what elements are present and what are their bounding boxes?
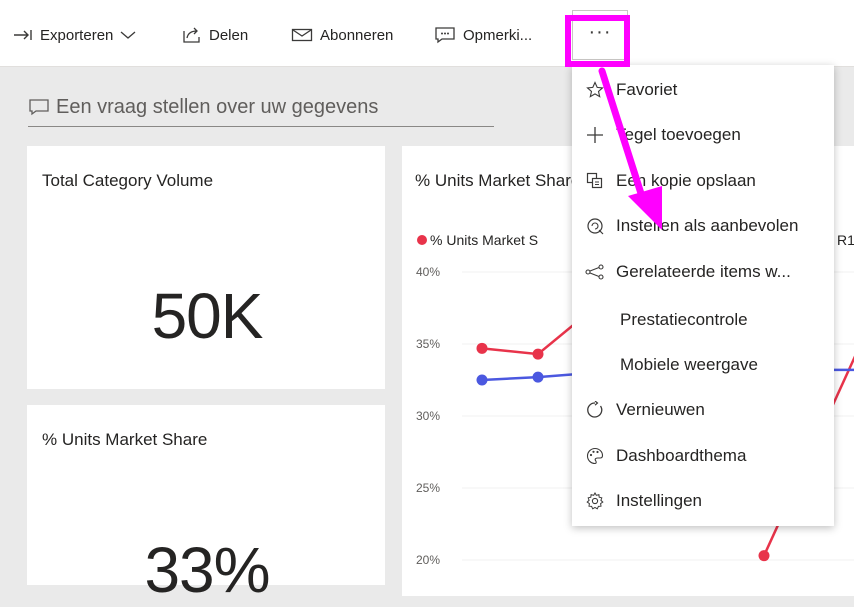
menu-item-prestatiecontrole[interactable]: Prestatiecontrole — [572, 303, 834, 337]
toolbar: Exporteren Delen Abonneren Opmerki... — [0, 0, 854, 67]
menu-item-tegel-toevoegen[interactable]: Tegel toevoegen — [572, 118, 834, 152]
chevron-down-icon — [120, 31, 136, 39]
y-tick-label: 20% — [416, 553, 440, 566]
menu-item-een-kopie-opslaan[interactable]: Een kopie opslaan — [572, 164, 834, 198]
gear-icon — [584, 490, 606, 512]
menu-item-label: Mobiele weergave — [620, 355, 758, 374]
tile-units-market-share[interactable]: % Units Market Share 33% — [27, 405, 385, 606]
share-icon — [183, 27, 200, 43]
more-options-menu: Favoriet Tegel toevoegen Een kopie opslaan… — [572, 65, 834, 526]
comment-icon — [29, 99, 49, 116]
ellipsis-icon: ··· — [588, 20, 612, 43]
menu-item-label: Tegel toevoegen — [616, 125, 741, 144]
tile-title: Total Category Volume — [42, 171, 214, 190]
subscribe-button[interactable]: Abonneren — [291, 24, 393, 46]
refresh-icon — [584, 399, 606, 421]
data-point — [476, 374, 488, 386]
menu-item-label: Prestatiecontrole — [620, 310, 748, 329]
menu-item-label: Instellen als aanbevolen — [616, 216, 799, 235]
comment-icon — [435, 27, 455, 44]
copy-icon — [584, 170, 606, 192]
kpi-value: 50K — [151, 280, 264, 352]
share-button[interactable]: Delen — [182, 24, 248, 46]
kpi-value: 33% — [144, 534, 270, 606]
menu-item-label: Favoriet — [616, 80, 678, 99]
featured-icon — [584, 215, 606, 237]
qa-placeholder: Een vraag stellen over uw gegevens — [56, 95, 379, 118]
export-icon — [14, 30, 32, 40]
menu-item-vernieuwen[interactable]: Vernieuwen — [572, 393, 834, 427]
share-label: Delen — [209, 26, 249, 44]
star-icon — [584, 79, 606, 101]
menu-item-instellen-als-aanbevolen[interactable]: Instellen als aanbevolen — [572, 209, 834, 243]
comments-label: Opmerki... — [463, 26, 533, 44]
menu-item-instellingen[interactable]: Instellingen — [572, 484, 834, 518]
export-label: Exporteren — [40, 26, 114, 44]
palette-icon — [584, 445, 606, 467]
qa-input[interactable]: Een vraag stellen over uw gegevens — [28, 88, 494, 127]
data-point — [758, 550, 770, 562]
y-tick-label: 30% — [416, 409, 440, 423]
data-point — [532, 371, 544, 383]
menu-item-dashboardthema[interactable]: Dashboardthema — [572, 439, 834, 473]
subscribe-label: Abonneren — [320, 26, 394, 44]
y-tick-label: 40% — [416, 265, 440, 279]
related-icon — [584, 261, 606, 283]
more-options-button[interactable]: ··· — [572, 10, 628, 60]
menu-item-mobiele-weergave[interactable]: Mobiele weergave — [572, 348, 834, 382]
y-tick-label: 25% — [416, 481, 440, 495]
menu-item-label: Dashboardthema — [616, 446, 747, 465]
menu-item-favoriet[interactable]: Favoriet — [572, 73, 834, 107]
mail-icon — [291, 28, 313, 42]
data-point — [476, 342, 488, 354]
menu-item-label: Vernieuwen — [616, 400, 705, 419]
export-button[interactable]: Exporteren — [13, 24, 136, 46]
tile-title: % Units Market Share — [42, 430, 208, 449]
tile-total-category-volume[interactable]: Total Category Volume 50K — [27, 146, 385, 389]
menu-item-label: Instellingen — [616, 491, 703, 510]
menu-item-label: Een kopie opslaan — [616, 171, 756, 190]
y-tick-label: 35% — [416, 337, 440, 351]
menu-item-label: Gerelateerde items w... — [616, 262, 791, 281]
plus-icon — [584, 124, 606, 146]
comments-button[interactable]: Opmerki... — [434, 24, 532, 46]
menu-item-gerelateerde-items-w[interactable]: Gerelateerde items w... — [572, 255, 834, 289]
data-point — [532, 348, 544, 360]
